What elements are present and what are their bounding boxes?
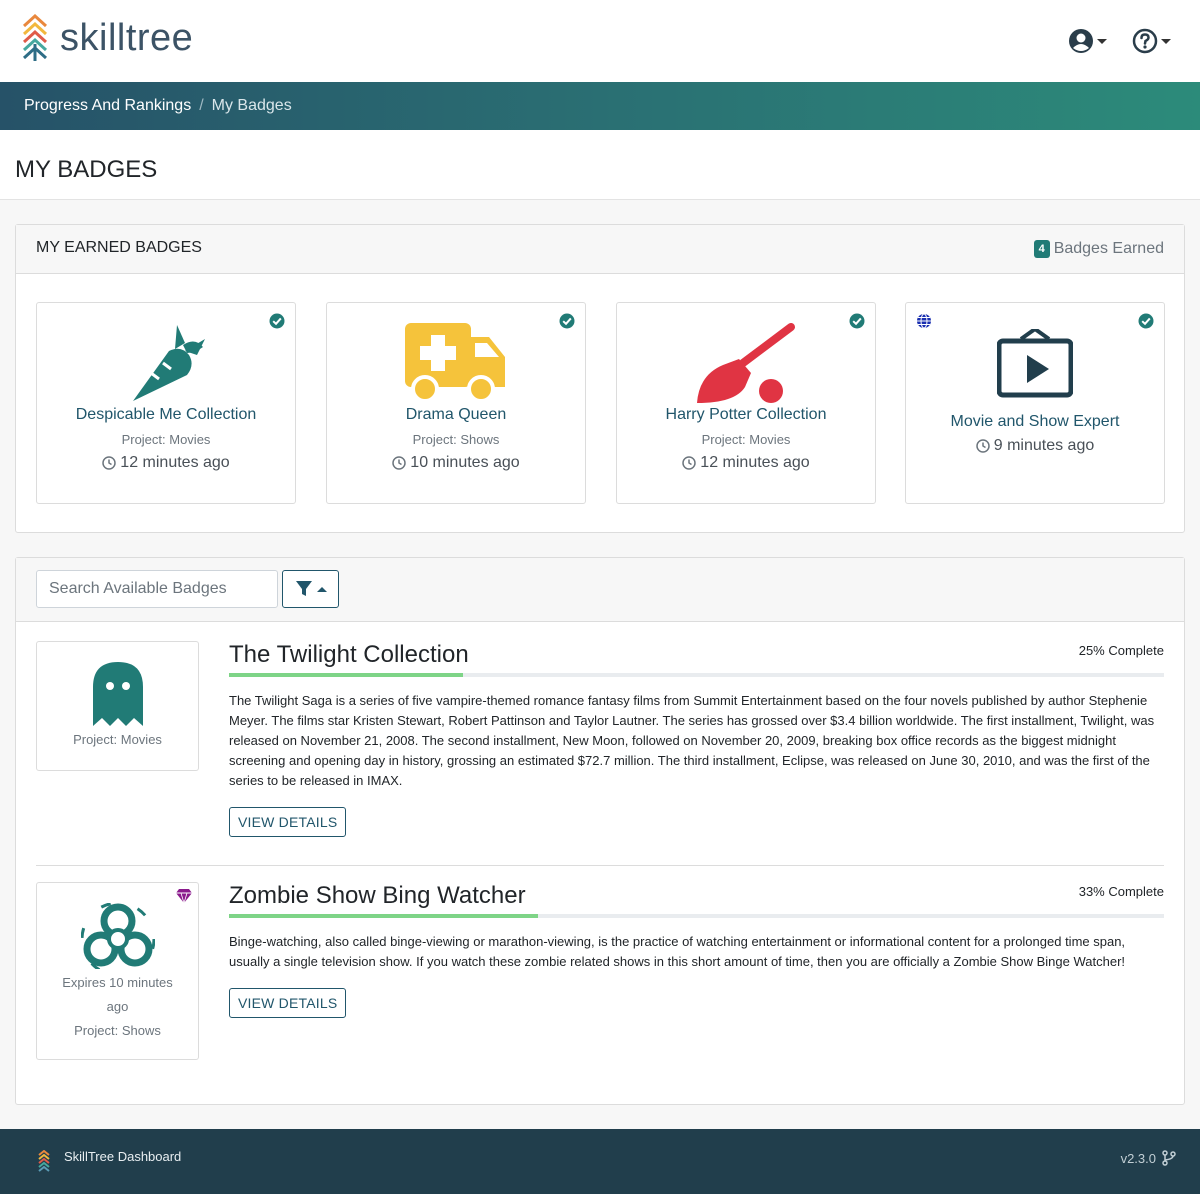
badges-earned-label: Badges Earned [1053, 240, 1164, 257]
available-badge-title: Zombie Show Bing Watcher [229, 882, 526, 909]
earned-badge-tile[interactable]: Movie and Show Expert 9 minutes ago [905, 302, 1165, 504]
available-badge-description: The Twilight Saga is a series of five va… [229, 693, 1155, 788]
ambulance-icon [327, 323, 585, 405]
breadcrumb-separator: / [199, 97, 204, 114]
available-badge-item: Expires 10 minutes ago Project: Shows Zo… [36, 882, 1164, 1062]
skilltree-logo[interactable]: skilltree [22, 14, 193, 62]
carrot-icon [37, 323, 295, 405]
footer-app-name[interactable]: SkillTree Dashboard [64, 1149, 181, 1164]
clock-icon [102, 456, 117, 470]
badge-name: Harry Potter Collection [665, 406, 827, 423]
tv-play-icon [906, 329, 1164, 399]
filter-button[interactable] [282, 570, 339, 608]
page-title-bar: MY BADGES [0, 130, 1200, 200]
badge-expires: Expires 10 minutes ago [62, 975, 173, 1014]
badge-earned-time: 9 minutes ago [906, 437, 1164, 455]
earned-badge-tile[interactable]: Drama Queen Project: Shows 10 minutes ag… [326, 302, 586, 504]
chevron-down-icon [1097, 38, 1107, 44]
logo-text: skilltree [60, 16, 194, 59]
chevron-up-icon [316, 586, 327, 592]
progress-bar-fill [229, 673, 463, 677]
progress-bar-fill [229, 914, 538, 918]
earned-badge-tile[interactable]: Harry Potter Collection Project: Movies … [616, 302, 876, 504]
earned-badges-card: MY EARNED BADGES 4 Badges Earned Despica… [15, 224, 1185, 533]
available-badge-item: Project: Movies The Twilight Collection … [36, 641, 1164, 837]
footer: SkillTree Dashboard v2.3.0 [0, 1129, 1200, 1194]
badge-name: Drama Queen [405, 406, 507, 423]
user-menu-button[interactable] [1068, 28, 1107, 54]
breadcrumb-my-badges: My Badges [211, 97, 292, 114]
top-header: skilltree [0, 0, 1200, 82]
badge-name: Despicable Me Collection [75, 406, 257, 423]
badge-time-text: 10 minutes ago [410, 454, 520, 471]
count-badge: 4 [1033, 240, 1050, 258]
biohazard-icon [37, 903, 198, 969]
completion-percent: 33% Complete [1078, 884, 1164, 899]
badge-earned-time: 12 minutes ago [37, 454, 295, 472]
divider [36, 865, 1164, 866]
progress-bar [229, 914, 1164, 918]
gem-icon [176, 889, 192, 903]
view-details-button[interactable]: VIEW DETAILS [229, 807, 347, 837]
question-circle-icon [1132, 28, 1158, 54]
available-badge-thumbnail[interactable]: Project: Movies [36, 641, 199, 771]
badge-time-text: 12 minutes ago [700, 454, 810, 471]
footer-version: v2.3.0 [1121, 1150, 1176, 1166]
page-title: MY BADGES [15, 156, 158, 183]
breadcrumb-progress-and-rankings[interactable]: Progress And Rankings [24, 97, 191, 115]
view-details-button[interactable]: VIEW DETAILS [229, 988, 347, 1018]
badge-earned-time: 12 minutes ago [617, 454, 875, 472]
progress-bar [229, 673, 1164, 677]
badge-project: Project: Movies [121, 432, 211, 447]
available-badge-thumbnail[interactable]: Expires 10 minutes ago Project: Shows [36, 882, 199, 1060]
globe-icon [917, 313, 931, 329]
available-badges-toolbar [16, 558, 1184, 622]
badge-project: Project: Shows [74, 1023, 161, 1038]
breadcrumb: Progress And Rankings / My Badges [0, 82, 1200, 130]
filter-icon [295, 581, 312, 596]
completion-percent: 25% Complete [1078, 643, 1164, 658]
search-available-badges-input[interactable] [36, 570, 278, 608]
clock-icon [975, 439, 990, 453]
badge-project: Project: Movies [73, 732, 162, 747]
earned-badges-header: MY EARNED BADGES 4 Badges Earned [16, 225, 1184, 274]
help-menu-button[interactable] [1132, 28, 1171, 54]
check-circle-icon [1138, 313, 1154, 329]
earned-badges-title: MY EARNED BADGES [36, 239, 202, 256]
badges-earned-count: 4 Badges Earned [1033, 240, 1164, 258]
chevron-down-icon [1161, 38, 1171, 44]
clock-icon [392, 456, 407, 470]
earned-badge-tile[interactable]: Despicable Me Collection Project: Movies… [36, 302, 296, 504]
version-text: v2.3.0 [1120, 1150, 1156, 1166]
skilltree-footer-logo-icon [38, 1150, 50, 1172]
available-badge-details: The Twilight Collection 25% Complete The… [229, 641, 1164, 837]
badge-name: Movie and Show Expert [950, 413, 1120, 430]
badge-project: Project: Movies [701, 432, 791, 447]
available-badge-description: Binge-watching, also called binge-viewin… [229, 934, 1126, 969]
clock-icon [682, 456, 697, 470]
available-badge-title: The Twilight Collection [229, 641, 469, 668]
broom-icon [617, 323, 875, 405]
skilltree-logo-icon [22, 14, 48, 61]
available-badges-card: Project: Movies The Twilight Collection … [15, 557, 1185, 1105]
badge-project: Project: Shows [412, 432, 500, 447]
available-badge-details: Zombie Show Bing Watcher 33% Complete Bi… [229, 882, 1164, 1018]
ghost-icon [37, 662, 198, 726]
badge-time-text: 12 minutes ago [120, 454, 230, 471]
user-circle-icon [1069, 29, 1093, 53]
code-branch-icon[interactable] [1162, 1150, 1176, 1166]
badge-time-text: 9 minutes ago [993, 437, 1095, 454]
badge-earned-time: 10 minutes ago [327, 454, 585, 472]
